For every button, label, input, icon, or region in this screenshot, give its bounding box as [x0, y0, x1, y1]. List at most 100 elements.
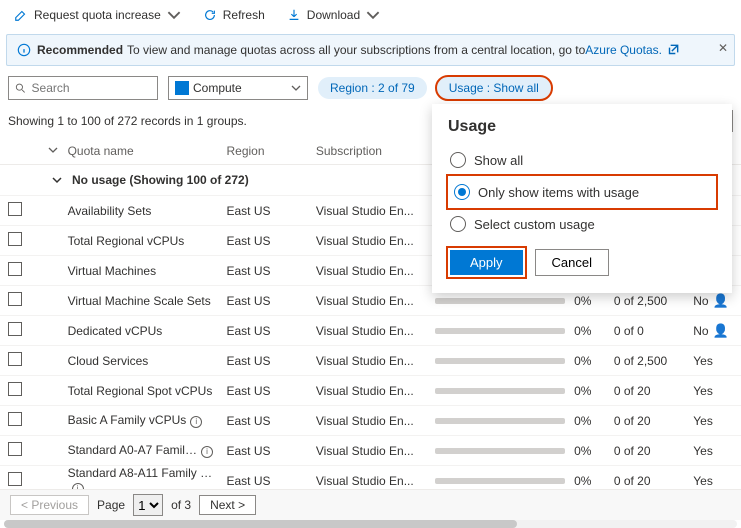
- cell-adjustable: No👤: [693, 323, 733, 339]
- cell-adjustable: Yes: [693, 354, 733, 368]
- person-icon[interactable]: 👤: [713, 323, 729, 338]
- cell-quota: 0 of 0: [614, 324, 693, 338]
- search-input[interactable]: [32, 81, 151, 95]
- search-box[interactable]: [8, 76, 158, 100]
- chevron-down-icon[interactable]: [48, 145, 58, 155]
- next-button[interactable]: Next >: [199, 495, 256, 515]
- cell-region: East US: [226, 414, 315, 428]
- group-label: No usage (Showing 100 of 272): [72, 173, 249, 187]
- col-subscription[interactable]: Subscription: [316, 144, 435, 158]
- row-checkbox[interactable]: [8, 352, 22, 366]
- usage-filter-pill[interactable]: Usage : Show all: [437, 77, 551, 99]
- chevron-down-icon: [366, 8, 380, 22]
- page-select[interactable]: 1: [133, 494, 163, 516]
- chevron-down-icon: [291, 83, 301, 93]
- person-icon[interactable]: 👤: [713, 293, 729, 308]
- cell-adjustable: No👤: [693, 293, 733, 309]
- banner-close-button[interactable]: ✕: [718, 41, 728, 55]
- refresh-label: Refresh: [223, 8, 265, 22]
- cell-name: Availability Sets: [68, 204, 227, 218]
- radio-label: Only show items with usage: [478, 185, 639, 200]
- table-row[interactable]: Dedicated vCPUsEast USVisual Studio En..…: [0, 315, 741, 345]
- cell-adjustable: Yes: [693, 414, 733, 428]
- usage-bar: [435, 388, 565, 394]
- pager: < Previous Page 1 of 3 Next >: [0, 489, 741, 520]
- provider-label: Compute: [193, 81, 242, 95]
- cell-adjustable: Yes: [693, 474, 733, 488]
- row-checkbox[interactable]: [8, 262, 22, 276]
- horizontal-scrollbar[interactable]: [4, 520, 737, 528]
- cell-usage: 0%: [574, 414, 614, 428]
- filter-row: Compute Region : 2 of 79 Usage : Show al…: [0, 70, 741, 106]
- usage-bar: [435, 448, 565, 454]
- col-region[interactable]: Region: [226, 144, 315, 158]
- request-quota-button[interactable]: Request quota increase: [10, 6, 185, 24]
- cell-subscription: Visual Studio En...: [316, 264, 435, 278]
- cell-region: East US: [226, 234, 315, 248]
- cell-name: Dedicated vCPUs: [68, 324, 227, 338]
- table-row[interactable]: Cloud ServicesEast USVisual Studio En...…: [0, 345, 741, 375]
- cell-name: Virtual Machines: [68, 264, 227, 278]
- row-checkbox[interactable]: [8, 472, 22, 486]
- cell-usage: 0%: [574, 324, 614, 338]
- compute-icon: [175, 81, 189, 95]
- cell-region: East US: [226, 474, 315, 488]
- popover-title: Usage: [448, 118, 716, 136]
- radio-label: Show all: [474, 153, 523, 168]
- cell-name: Standard A0-A7 Famil…i: [68, 443, 227, 458]
- col-quota-name[interactable]: Quota name: [68, 144, 227, 158]
- radio-label: Select custom usage: [474, 217, 595, 232]
- cell-usage: 0%: [574, 444, 614, 458]
- cell-subscription: Visual Studio En...: [316, 384, 435, 398]
- radio-show-all[interactable]: Show all: [448, 146, 716, 174]
- cell-usage: 0%: [574, 294, 614, 308]
- row-checkbox[interactable]: [8, 412, 22, 426]
- cell-region: East US: [226, 204, 315, 218]
- table-row[interactable]: Standard A0-A7 Famil…iEast USVisual Stud…: [0, 435, 741, 465]
- usage-filter-popover: Usage Show all Only show items with usag…: [432, 104, 732, 293]
- download-icon: [287, 8, 301, 22]
- search-icon: [15, 82, 26, 94]
- table-row[interactable]: Basic A Family vCPUsiEast USVisual Studi…: [0, 405, 741, 435]
- usage-bar: [435, 358, 565, 364]
- radio-icon: [450, 152, 466, 168]
- radio-icon: [454, 184, 470, 200]
- cancel-button[interactable]: Cancel: [535, 249, 609, 276]
- cell-adjustable: Yes: [693, 444, 733, 458]
- table-row[interactable]: Total Regional Spot vCPUsEast USVisual S…: [0, 375, 741, 405]
- cell-subscription: Visual Studio En...: [316, 234, 435, 248]
- cell-name: Basic A Family vCPUsi: [68, 413, 227, 428]
- usage-pill-label: Usage : Show all: [449, 81, 539, 95]
- row-checkbox[interactable]: [8, 382, 22, 396]
- row-checkbox[interactable]: [8, 202, 22, 216]
- request-quota-label: Request quota increase: [34, 8, 161, 22]
- cell-region: East US: [226, 324, 315, 338]
- row-checkbox[interactable]: [8, 232, 22, 246]
- usage-bar: [435, 418, 565, 424]
- apply-button[interactable]: Apply: [450, 250, 523, 275]
- refresh-button[interactable]: Refresh: [199, 6, 269, 24]
- row-checkbox[interactable]: [8, 322, 22, 336]
- chevron-down-icon: [52, 175, 62, 185]
- row-checkbox[interactable]: [8, 442, 22, 456]
- provider-select[interactable]: Compute: [168, 76, 308, 100]
- usage-bar: [435, 328, 565, 334]
- cell-quota: 0 of 20: [614, 444, 693, 458]
- azure-quotas-link[interactable]: Azure Quotas.: [585, 43, 662, 57]
- scrollbar-thumb[interactable]: [4, 520, 517, 528]
- cell-subscription: Visual Studio En...: [316, 204, 435, 218]
- radio-custom-usage[interactable]: Select custom usage: [448, 210, 716, 238]
- info-icon[interactable]: i: [190, 416, 202, 428]
- cell-subscription: Visual Studio En...: [316, 474, 435, 488]
- region-filter-pill[interactable]: Region : 2 of 79: [318, 77, 427, 99]
- previous-button[interactable]: < Previous: [10, 495, 89, 515]
- row-checkbox[interactable]: [8, 292, 22, 306]
- info-icon[interactable]: i: [201, 446, 213, 458]
- banner-title: Recommended: [37, 43, 123, 57]
- cell-subscription: Visual Studio En...: [316, 414, 435, 428]
- cell-quota: 0 of 2,500: [614, 294, 693, 308]
- radio-only-usage[interactable]: Only show items with usage: [452, 178, 712, 206]
- page-label: Page: [97, 498, 125, 512]
- download-button[interactable]: Download: [283, 6, 384, 24]
- region-pill-label: Region : 2 of 79: [330, 81, 415, 95]
